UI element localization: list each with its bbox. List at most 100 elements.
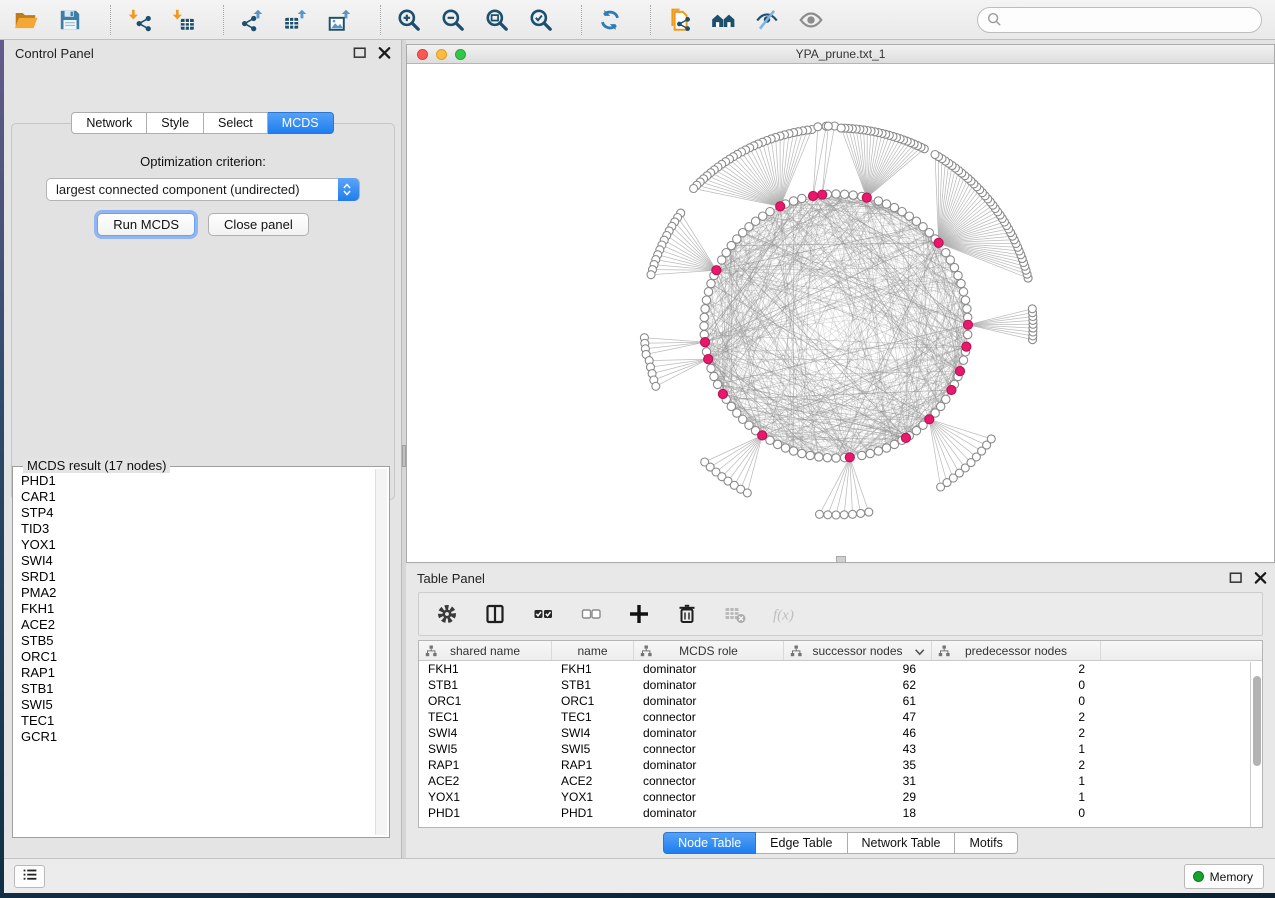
table-row[interactable]: STB1STB1dominator620 (419, 677, 1262, 693)
cell-predecessor-nodes: 2 (932, 757, 1101, 773)
cell-successor-nodes: 47 (784, 709, 932, 725)
mcds-result-item[interactable]: PHD1 (21, 473, 367, 489)
export-table-button[interactable] (280, 4, 312, 36)
mcds-result-item[interactable]: FKH1 (21, 601, 367, 617)
mcds-result-list[interactable]: PHD1CAR1STP4TID3YOX1SWI4SRD1PMA2FKH1ACE2… (15, 471, 373, 835)
apply-layout-button[interactable] (594, 4, 626, 36)
close-panel-button[interactable]: Close panel (208, 213, 309, 236)
zoom-out-button[interactable] (437, 4, 469, 36)
mcds-result-item[interactable]: ACE2 (21, 617, 367, 633)
table-row[interactable]: ACE2ACE2connector311 (419, 773, 1262, 789)
mcds-result-item[interactable]: TID3 (21, 521, 367, 537)
cell-MCDS-role: dominator (634, 677, 784, 693)
float-panel-icon[interactable] (351, 44, 368, 61)
window-close-icon[interactable] (417, 49, 428, 60)
cell-name: SWI4 (552, 725, 634, 741)
table-row[interactable]: SWI4SWI4dominator462 (419, 725, 1262, 741)
tab-select[interactable]: Select (204, 112, 268, 134)
tab-motifs[interactable]: Motifs (955, 832, 1017, 854)
zoom-in-button[interactable] (393, 4, 425, 36)
column-header-shared-name[interactable]: shared name (419, 641, 552, 660)
mcds-result-item[interactable]: GCR1 (21, 729, 367, 745)
network-canvas[interactable] (407, 64, 1274, 562)
cell-successor-nodes: 43 (784, 741, 932, 757)
export-image-button[interactable] (324, 4, 356, 36)
memory-button[interactable]: Memory (1184, 864, 1264, 889)
mcds-result-item[interactable]: CAR1 (21, 489, 367, 505)
import-network-button[interactable] (123, 4, 155, 36)
toggle-columns-button[interactable] (479, 598, 511, 630)
network-graph[interactable] (407, 64, 1274, 562)
status-bar: Memory (4, 858, 1275, 893)
import-table-button[interactable] (167, 4, 199, 36)
export-network-button[interactable] (236, 4, 268, 36)
mcds-result-item[interactable]: STB1 (21, 681, 367, 697)
delete-column-button[interactable] (671, 598, 703, 630)
cell-MCDS-role: dominator (634, 725, 784, 741)
tab-network-table[interactable]: Network Table (848, 832, 956, 854)
cell-shared-name: ORC1 (419, 693, 552, 709)
column-header-successor-nodes[interactable]: successor nodes (784, 641, 932, 660)
column-header-name[interactable]: name (552, 641, 634, 660)
save-session-button[interactable] (54, 4, 86, 36)
new-network-from-selection-button[interactable] (663, 4, 695, 36)
tab-edge-table[interactable]: Edge Table (756, 832, 847, 854)
mcds-result-item[interactable]: SWI5 (21, 697, 367, 713)
cell-successor-nodes: 46 (784, 725, 932, 741)
window-maximize-icon[interactable] (455, 49, 466, 60)
table-row[interactable]: PHD1PHD1dominator180 (419, 805, 1262, 821)
select-all-columns-button[interactable] (527, 598, 559, 630)
cell-name: TEC1 (552, 709, 634, 725)
search-input[interactable] (1002, 13, 1261, 27)
table-scrollbar[interactable] (1250, 662, 1262, 827)
table-scrollbar-thumb[interactable] (1253, 676, 1261, 766)
table-settings-button[interactable] (431, 598, 463, 630)
mcds-result-item[interactable]: STP4 (21, 505, 367, 521)
tab-node-table[interactable]: Node Table (663, 832, 756, 854)
table-row[interactable]: RAP1RAP1dominator352 (419, 757, 1262, 773)
zoom-fit-button[interactable] (481, 4, 513, 36)
delete-table-button (719, 598, 751, 630)
mcds-result-item[interactable]: PMA2 (21, 585, 367, 601)
close-table-panel-icon[interactable] (1252, 569, 1269, 586)
zoom-selected-button[interactable] (525, 4, 557, 36)
show-all-button[interactable] (795, 4, 827, 36)
table-row[interactable]: SWI5SWI5connector431 (419, 741, 1262, 757)
run-mcds-button[interactable]: Run MCDS (97, 213, 195, 236)
mcds-result-item[interactable]: TEC1 (21, 713, 367, 729)
first-neighbors-button[interactable] (707, 4, 739, 36)
deselect-all-columns-button[interactable] (575, 598, 607, 630)
table-row[interactable]: ORC1ORC1dominator610 (419, 693, 1262, 709)
mcds-result-item[interactable]: STB5 (21, 633, 367, 649)
mcds-result-item[interactable]: SWI4 (21, 553, 367, 569)
mcds-result-item[interactable]: SRD1 (21, 569, 367, 585)
task-history-button[interactable] (14, 865, 45, 888)
search-box[interactable] (977, 7, 1262, 33)
mcds-result-item[interactable]: ORC1 (21, 649, 367, 665)
mcds-result-item[interactable]: YOX1 (21, 537, 367, 553)
window-minimize-icon[interactable] (436, 49, 447, 60)
column-header-MCDS-role[interactable]: MCDS role (634, 641, 784, 660)
cell-predecessor-nodes: 1 (932, 789, 1101, 805)
tab-mcds[interactable]: MCDS (268, 112, 334, 134)
main-toolbar (0, 0, 1275, 40)
mcds-result-scrollbar[interactable] (375, 469, 387, 835)
open-file-button[interactable] (10, 4, 42, 36)
column-header-predecessor-nodes[interactable]: predecessor nodes (932, 641, 1101, 660)
criterion-dropdown[interactable]: largest connected component (undirected) (46, 178, 360, 201)
horizontal-splitter-grip[interactable] (836, 556, 846, 563)
network-window-titlebar[interactable]: YPA_prune.txt_1 (407, 45, 1274, 64)
tab-network[interactable]: Network (71, 112, 147, 134)
close-panel-icon[interactable] (376, 44, 393, 61)
mcds-result-item[interactable]: RAP1 (21, 665, 367, 681)
cell-name: FKH1 (552, 661, 634, 677)
cell-MCDS-role: dominator (634, 805, 784, 821)
float-table-panel-icon[interactable] (1227, 569, 1244, 586)
add-column-button[interactable] (623, 598, 655, 630)
tab-style[interactable]: Style (147, 112, 204, 134)
table-row[interactable]: TEC1TEC1connector472 (419, 709, 1262, 725)
toolbar-separator (581, 5, 582, 35)
table-row[interactable]: YOX1YOX1connector291 (419, 789, 1262, 805)
hide-selected-button[interactable] (751, 4, 783, 36)
table-row[interactable]: FKH1FKH1dominator962 (419, 661, 1262, 677)
